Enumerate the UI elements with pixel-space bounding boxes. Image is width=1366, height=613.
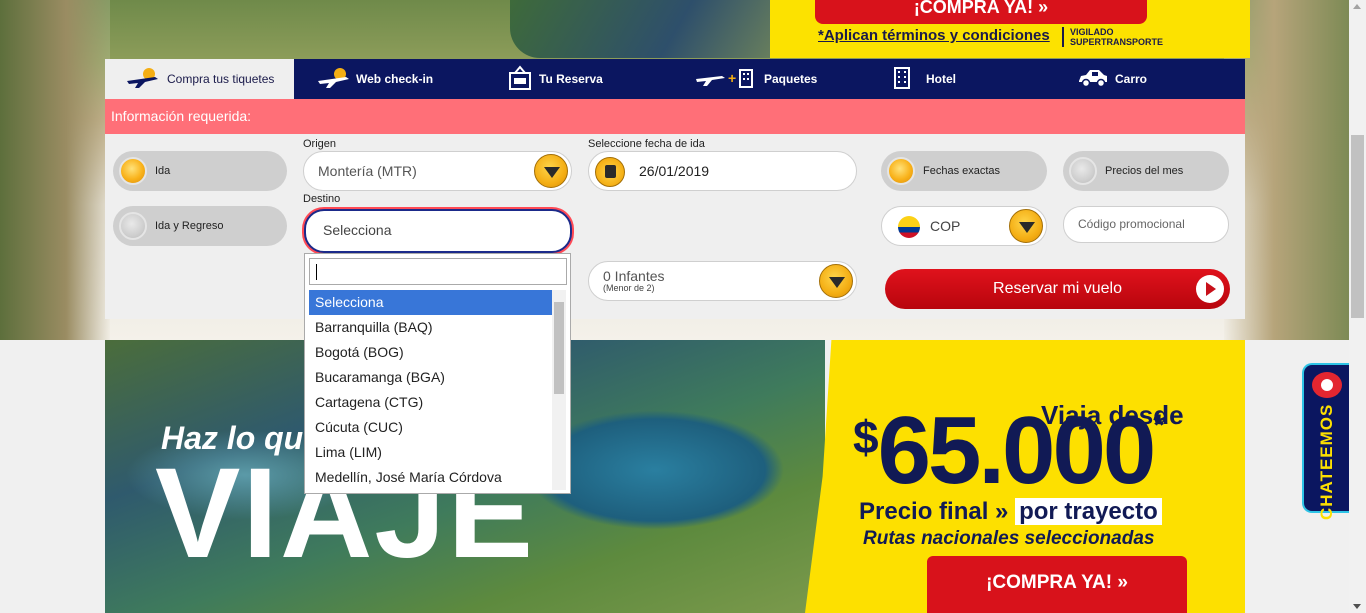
trip-type-round-trip-label: Ida y Regreso xyxy=(155,220,224,232)
text-caret xyxy=(316,264,317,280)
date-label: Seleccione fecha de ida xyxy=(588,138,705,150)
scroll-down-icon[interactable] xyxy=(1353,604,1361,609)
tab-paquetes[interactable]: + Paquetes xyxy=(674,59,866,99)
destination-dropdown: Selecciona Barranquilla (BAQ) Bogotá (BO… xyxy=(304,253,571,494)
radio-selected-icon xyxy=(887,157,915,185)
tab-label: Web check-in xyxy=(356,72,434,86)
destination-select[interactable]: Selecciona xyxy=(304,209,572,253)
dropdown-option[interactable]: Cúcuta (CUC) xyxy=(309,415,552,440)
chevron-down-icon[interactable] xyxy=(819,264,853,298)
chat-tab[interactable]: CHATEEMOS xyxy=(1302,363,1349,520)
page-scrollbar-thumb[interactable] xyxy=(1351,135,1364,318)
dropdown-option[interactable]: Barranquilla (BAQ) xyxy=(309,315,552,340)
dropdown-option[interactable]: Cartagena (CTG) xyxy=(309,390,552,415)
car-icon xyxy=(1077,68,1109,91)
background-scenery-left xyxy=(0,0,110,340)
top-banner-photo xyxy=(510,0,810,58)
tab-label: Compra tus tiquetes xyxy=(167,72,275,86)
tab-carro[interactable]: Carro xyxy=(1055,59,1245,99)
origin-label: Origen xyxy=(303,138,337,150)
reserve-flight-button[interactable]: Reservar mi vuelo xyxy=(885,269,1230,309)
dropdown-option[interactable]: Bogotá (BOG) xyxy=(309,340,552,365)
top-promo-banner: ¡COMPRA YA! » *Aplican términos y condic… xyxy=(470,0,1250,58)
dropdown-option[interactable]: Selecciona xyxy=(309,290,552,315)
chat-label: CHATEEMOS xyxy=(1317,403,1336,520)
booking-tabs: Compra tus tiquetes Web check-in Tu Rese… xyxy=(105,59,1245,99)
play-arrow-icon xyxy=(1196,275,1224,303)
currency-select[interactable]: COP xyxy=(881,206,1047,246)
tab-label: Hotel xyxy=(926,72,956,86)
promo-banner[interactable]: Haz lo que VIAJE Viaja desde $65.000* Pr… xyxy=(105,340,1245,613)
terms-link[interactable]: *Aplican términos y condiciones xyxy=(818,27,1050,44)
calendar-icon[interactable] xyxy=(595,157,625,187)
colombia-flag-icon xyxy=(898,216,920,238)
dropdown-option[interactable]: Medellín, José María Córdova xyxy=(309,465,552,490)
infants-note: (Menor de 2) xyxy=(603,283,655,293)
promo-code-input[interactable]: Código promocional xyxy=(1063,206,1229,243)
radio-unselected-icon xyxy=(119,212,147,240)
tab-tu-reserva[interactable]: Tu Reserva xyxy=(483,59,674,99)
plane-hotel-icon: + xyxy=(694,67,758,92)
tab-compra-tiquetes[interactable]: Compra tus tiquetes xyxy=(105,59,294,99)
tab-label: Carro xyxy=(1115,72,1148,86)
exact-dates-label: Fechas exactas xyxy=(923,165,1001,177)
reservation-icon xyxy=(507,64,533,94)
precio-final-text: Precio final » xyxy=(859,498,1009,525)
trip-type-one-way[interactable]: Ida xyxy=(113,151,287,191)
origin-value: Montería (MTR) xyxy=(318,163,417,179)
chat-bubble-icon xyxy=(1312,372,1342,398)
plane-icon xyxy=(125,67,161,92)
infants-value: 0 Infantes xyxy=(603,268,665,284)
required-info-bar: Información requerida: xyxy=(105,99,1245,134)
dropdown-option[interactable]: Bucaramanga (BGA) xyxy=(309,365,552,390)
svg-text:+: + xyxy=(728,70,736,86)
tab-hotel[interactable]: Hotel xyxy=(866,59,1055,99)
promo-price: $65.000* xyxy=(853,396,1165,506)
dropdown-scrollbar-thumb[interactable] xyxy=(554,302,564,394)
month-prices-label: Precios del mes xyxy=(1105,165,1184,177)
month-prices-option[interactable]: Precios del mes xyxy=(1063,151,1229,191)
building-icon xyxy=(894,66,910,92)
infants-select[interactable]: 0 Infantes (Menor de 2) xyxy=(588,261,857,301)
chevron-down-icon[interactable] xyxy=(1009,209,1043,243)
trip-type-one-way-label: Ida xyxy=(155,165,171,177)
vigilado-logo: VIGILADO SUPERTRANSPORTE xyxy=(1062,27,1163,47)
tab-label: Tu Reserva xyxy=(539,72,603,86)
promo-buy-button[interactable]: ¡COMPRA YA! » xyxy=(927,556,1187,613)
radio-unselected-icon xyxy=(1069,157,1097,185)
scroll-up-icon[interactable] xyxy=(1353,4,1361,9)
radio-selected-icon xyxy=(119,157,147,185)
currency-value: COP xyxy=(930,218,961,234)
date-input[interactable]: 26/01/2019 xyxy=(588,151,857,191)
price-asterisk: * xyxy=(1153,409,1165,442)
chevron-down-icon[interactable] xyxy=(534,154,568,188)
page-scrollbar[interactable] xyxy=(1349,0,1366,613)
destination-search-input[interactable] xyxy=(309,258,567,285)
price-currency-symbol: $ xyxy=(853,411,879,463)
promo-rutas: Rutas nacionales seleccionadas xyxy=(863,528,1155,549)
trip-type-round-trip[interactable]: Ida y Regreso xyxy=(113,206,287,246)
exact-dates-option[interactable]: Fechas exactas xyxy=(881,151,1047,191)
dropdown-scrollbar[interactable] xyxy=(552,290,566,490)
origin-select[interactable]: Montería (MTR) xyxy=(303,151,572,191)
dropdown-option[interactable]: Lima (LIM) xyxy=(309,440,552,465)
reserve-flight-label: Reservar mi vuelo xyxy=(993,280,1122,297)
tab-web-checkin[interactable]: Web check-in xyxy=(294,59,483,99)
booking-widget: Compra tus tiquetes Web check-in Tu Rese… xyxy=(105,59,1245,494)
top-banner-buy-button[interactable]: ¡COMPRA YA! » xyxy=(815,0,1147,24)
plane-checkin-icon xyxy=(316,67,350,92)
destination-label: Destino xyxy=(303,193,341,205)
date-value: 26/01/2019 xyxy=(639,163,710,179)
tab-label: Paquetes xyxy=(764,72,818,86)
price-value: 65.000 xyxy=(877,397,1157,504)
por-trayecto-text: por trayecto xyxy=(1015,498,1162,525)
promo-precio-final: Precio final » por trayecto xyxy=(859,498,1162,526)
